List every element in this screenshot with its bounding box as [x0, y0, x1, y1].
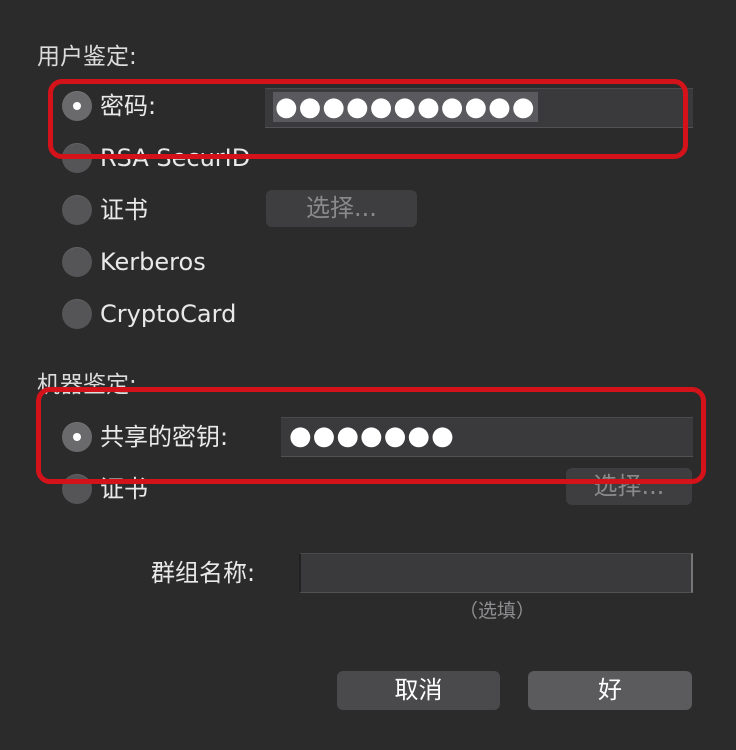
shared-secret-label: 共享的密钥:: [100, 423, 229, 451]
shared-secret-value: ●●●●●●●: [289, 421, 455, 451]
shared-secret-radio[interactable]: [62, 422, 92, 452]
kerberos-radio[interactable]: [62, 247, 92, 277]
cryptocard-radio[interactable]: [62, 299, 92, 329]
group-name-label: 群组名称:: [151, 559, 256, 587]
kerberos-label: Kerberos: [100, 248, 206, 276]
password-label: 密码:: [100, 92, 157, 120]
machine-certificate-label: 证书: [100, 475, 148, 503]
cancel-button[interactable]: 取消: [337, 671, 500, 710]
user-auth-title: 用户鉴定:: [37, 44, 137, 70]
certificate-radio[interactable]: [62, 195, 92, 225]
password-radio[interactable]: [62, 91, 92, 121]
vpn-auth-dialog: 用户鉴定: 密码: ●●●●●●●●●●● RSA SecurID 证书 选择.…: [0, 0, 736, 750]
machine-certificate-radio[interactable]: [62, 474, 92, 504]
shared-secret-field[interactable]: ●●●●●●●: [281, 417, 693, 457]
cryptocard-label: CryptoCard: [100, 300, 237, 328]
machine-cert-choose-button[interactable]: 选择...: [566, 468, 692, 505]
machine-auth-title: 机器鉴定:: [37, 372, 137, 398]
password-field[interactable]: ●●●●●●●●●●●: [265, 88, 693, 128]
group-name-hint: （选填）: [459, 600, 536, 622]
rsa-securid-label: RSA SecurID: [100, 144, 251, 172]
password-value: ●●●●●●●●●●●: [273, 92, 538, 122]
rsa-securid-radio[interactable]: [62, 143, 92, 173]
user-cert-choose-button[interactable]: 选择...: [266, 190, 417, 227]
ok-button[interactable]: 好: [528, 671, 692, 710]
certificate-label: 证书: [100, 196, 148, 224]
group-name-input[interactable]: [299, 553, 693, 593]
